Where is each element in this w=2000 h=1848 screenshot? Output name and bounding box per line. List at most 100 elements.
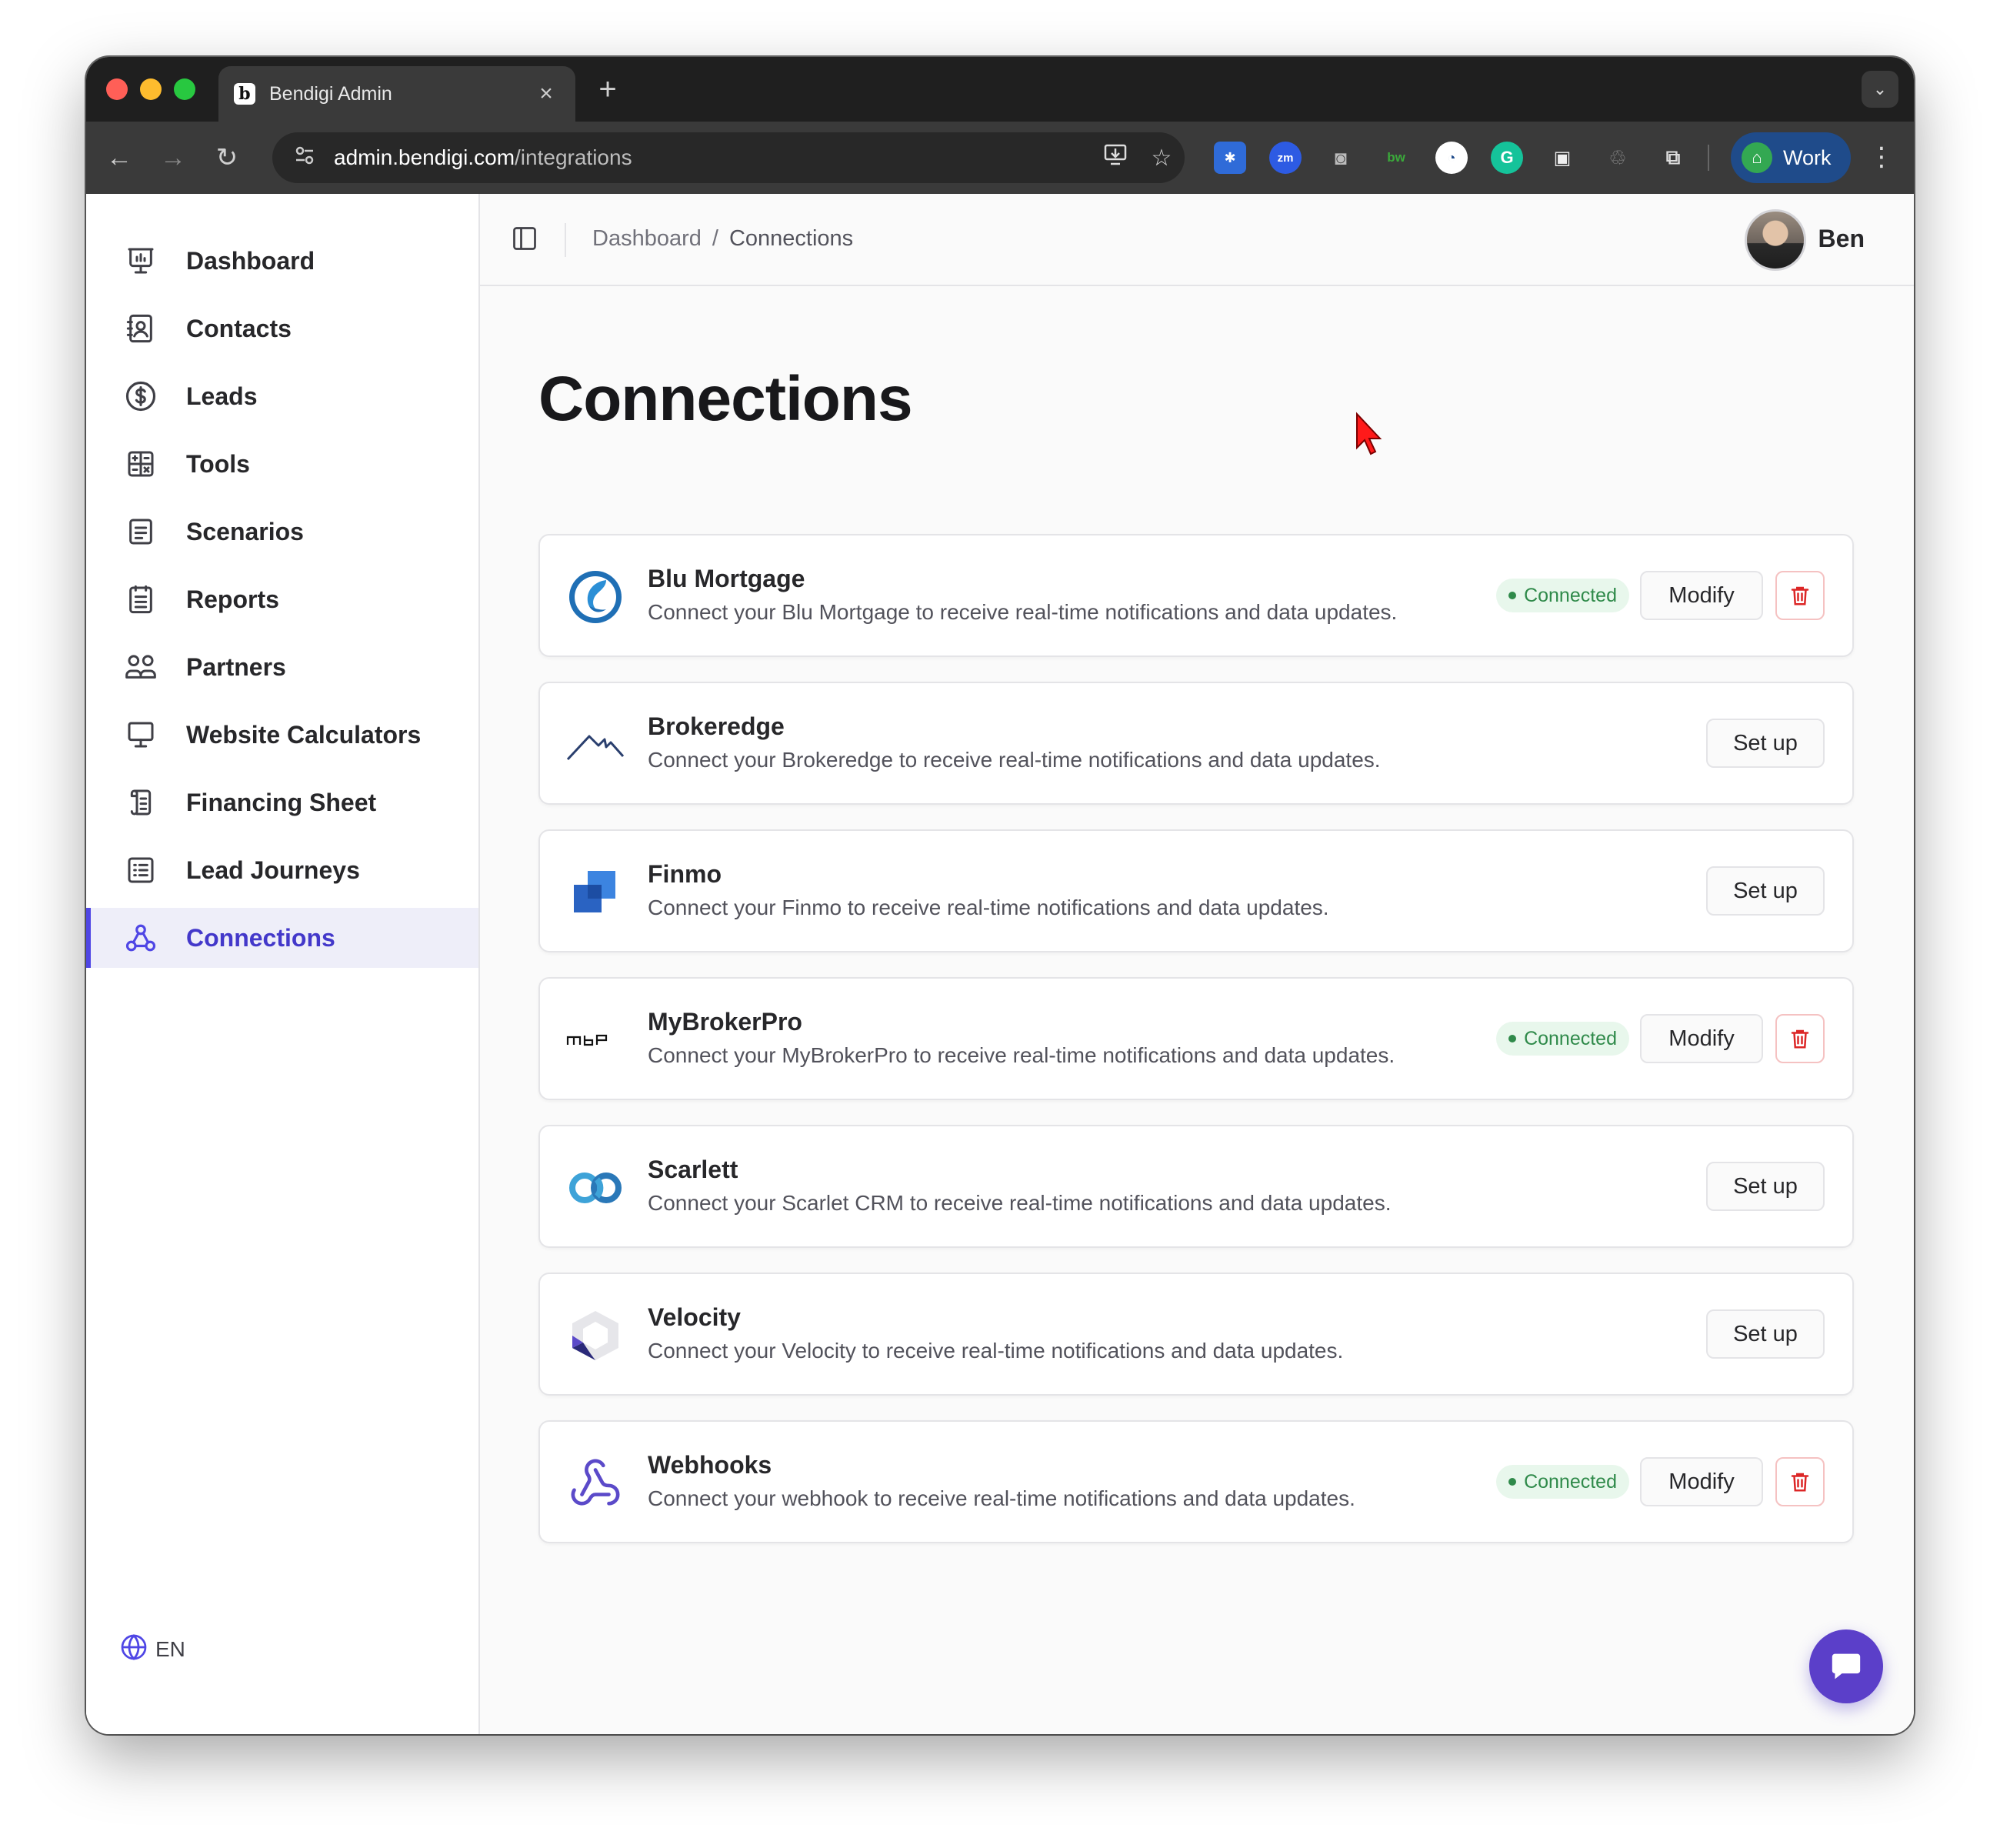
connection-description: Connect your Blu Mortgage to receive rea… <box>648 600 1398 624</box>
trash-icon <box>1791 1473 1809 1492</box>
grammarly-ext-icon[interactable]: G <box>1491 142 1523 174</box>
connections-icon <box>123 920 158 956</box>
status-dot-icon <box>1508 1035 1517 1042</box>
sidebar-item-label: Tools <box>186 449 250 478</box>
modify-button[interactable]: Modify <box>1640 1014 1763 1063</box>
topbar-divider <box>565 223 566 257</box>
sidebar-item-lead-journeys[interactable]: Lead Journeys <box>86 840 478 900</box>
status-dot-icon <box>1508 592 1517 599</box>
setup-button[interactable]: Set up <box>1706 719 1825 768</box>
dollar-circle-icon <box>123 379 158 414</box>
address-bar[interactable]: admin.bendigi.com/integrations ☆ <box>272 132 1185 183</box>
browser-toolbar: ← → ↻ admin.bendigi.com/integrations ☆ ✱… <box>86 122 1914 194</box>
wallet-ext-icon[interactable]: ▣ <box>1546 142 1578 174</box>
setup-button[interactable]: Set up <box>1706 1162 1825 1211</box>
toolbar-divider <box>1708 145 1709 171</box>
bookmark-star-icon[interactable]: ☆ <box>1138 145 1185 172</box>
sidebar-item-leads[interactable]: Leads <box>86 366 478 426</box>
modify-button[interactable]: Modify <box>1640 571 1763 620</box>
app-root: Dashboard Contacts Leads Tools Scenarios… <box>86 194 1914 1734</box>
delete-button[interactable] <box>1775 1014 1825 1063</box>
forward-arrow-icon[interactable]: → <box>152 137 194 178</box>
reload-icon[interactable]: ↻ <box>206 137 248 178</box>
connection-card-mybrokerpro: MyBrokerPro Connect your MyBrokerPro to … <box>538 977 1854 1100</box>
maximize-window-button[interactable] <box>174 78 195 100</box>
delete-button[interactable] <box>1775 1457 1825 1506</box>
site-settings-icon[interactable] <box>289 144 320 172</box>
connection-card-velocity: Velocity Connect your Velocity to receiv… <box>538 1273 1854 1396</box>
breadcrumb-current: Connections <box>728 226 854 251</box>
breadcrumb: Dashboard / Connections <box>592 226 853 252</box>
sidebar-item-dashboard[interactable]: Dashboard <box>86 231 478 291</box>
connection-description: Connect your MyBrokerPro to receive real… <box>648 1043 1395 1067</box>
status-badge: Connected <box>1496 579 1629 612</box>
sidebar-item-tools[interactable]: Tools <box>86 434 478 494</box>
tab-search-chevron-icon[interactable]: ⌄ <box>1862 71 1898 108</box>
connection-name: Velocity <box>648 1303 741 1331</box>
sidebar-item-label: Financing Sheet <box>186 788 377 816</box>
minimize-window-button[interactable] <box>140 78 162 100</box>
bw-ext-icon[interactable]: bw <box>1380 142 1412 174</box>
blu-mortgage-logo <box>565 566 626 628</box>
new-tab-button[interactable]: + <box>591 72 625 106</box>
tab-close-icon[interactable]: × <box>532 81 560 107</box>
user-name[interactable]: Ben <box>1818 225 1865 253</box>
brokeredge-logo <box>565 714 626 776</box>
tab-title: Bendigi Admin <box>269 82 392 105</box>
sidebar-item-financing-sheet[interactable]: Financing Sheet <box>86 772 478 832</box>
lock-ext-icon[interactable]: ◔ <box>1435 142 1468 174</box>
sheet-icon <box>123 785 158 820</box>
connection-description: Connect your Velocity to receive real-ti… <box>648 1339 1344 1363</box>
sidebar-item-contacts[interactable]: Contacts <box>86 299 478 359</box>
presentation-chart-icon <box>123 243 158 279</box>
sidebar-item-partners[interactable]: Partners <box>86 637 478 697</box>
zm-ext-icon[interactable]: zm <box>1269 142 1302 174</box>
close-window-button[interactable] <box>106 78 128 100</box>
connection-card-finmo: Finmo Connect your Finmo to receive real… <box>538 829 1854 952</box>
camera-ext-icon[interactable]: ◙ <box>1325 142 1357 174</box>
sidebar-item-reports[interactable]: Reports <box>86 569 478 629</box>
sidebar-item-label: Lead Journeys <box>186 856 360 884</box>
asterisk-ext-icon[interactable]: ✱ <box>1214 142 1246 174</box>
setup-button[interactable]: Set up <box>1706 866 1825 916</box>
connection-card-blu-mortgage: Blu Mortgage Connect your Blu Mortgage t… <box>538 534 1854 657</box>
sidebar-item-label: Partners <box>186 652 286 681</box>
language-switcher[interactable]: EN <box>120 1633 185 1665</box>
install-app-icon[interactable] <box>1092 142 1138 173</box>
finmo-logo <box>565 862 626 923</box>
profile-avatar-icon: ⌂ <box>1742 142 1772 173</box>
avatar[interactable] <box>1745 209 1806 271</box>
profile-label: Work <box>1783 145 1832 169</box>
back-arrow-icon[interactable]: ← <box>98 137 140 178</box>
browser-menu-icon[interactable]: ⋮ <box>1866 140 1897 174</box>
sidebar: Dashboard Contacts Leads Tools Scenarios… <box>86 194 480 1734</box>
connection-description: Connect your webhook to receive real-tim… <box>648 1486 1355 1510</box>
document-list-icon <box>123 514 158 549</box>
sidebar-item-label: Contacts <box>186 314 292 342</box>
puzzle-ext-icon[interactable]: ⧉ <box>1657 142 1689 174</box>
tab-favicon-icon: b <box>234 83 255 105</box>
connection-name: Brokeredge <box>648 712 785 740</box>
report-icon <box>123 582 158 617</box>
main-content: Dashboard / Connections Ben Connections … <box>480 194 1914 1734</box>
chat-support-button[interactable] <box>1809 1630 1883 1703</box>
browser-titlebar: b Bendigi Admin × + ⌄ <box>86 57 1914 122</box>
webhooks-logo <box>565 1453 626 1514</box>
chat-bubble-icon <box>1832 1653 1861 1680</box>
mouse-cursor-icon <box>1354 411 1385 457</box>
sidebar-item-connections[interactable]: Connections <box>86 908 478 968</box>
setup-button[interactable]: Set up <box>1706 1309 1825 1359</box>
browser-tab[interactable]: b Bendigi Admin × <box>218 66 575 122</box>
recycle-ext-icon[interactable]: ♲ <box>1602 142 1634 174</box>
profile-button[interactable]: ⌂ Work <box>1731 132 1851 183</box>
status-dot-icon <box>1508 1478 1517 1486</box>
breadcrumb-dashboard-link[interactable]: Dashboard <box>592 226 702 252</box>
connection-description: Connect your Brokeredge to receive real-… <box>648 748 1381 772</box>
delete-button[interactable] <box>1775 571 1825 620</box>
status-badge: Connected <box>1496 1465 1629 1499</box>
sidebar-toggle-icon[interactable] <box>511 225 542 255</box>
sidebar-item-scenarios[interactable]: Scenarios <box>86 502 478 562</box>
users-icon <box>123 649 158 685</box>
sidebar-item-website-calculators[interactable]: Website Calculators <box>86 705 478 765</box>
modify-button[interactable]: Modify <box>1640 1457 1763 1506</box>
